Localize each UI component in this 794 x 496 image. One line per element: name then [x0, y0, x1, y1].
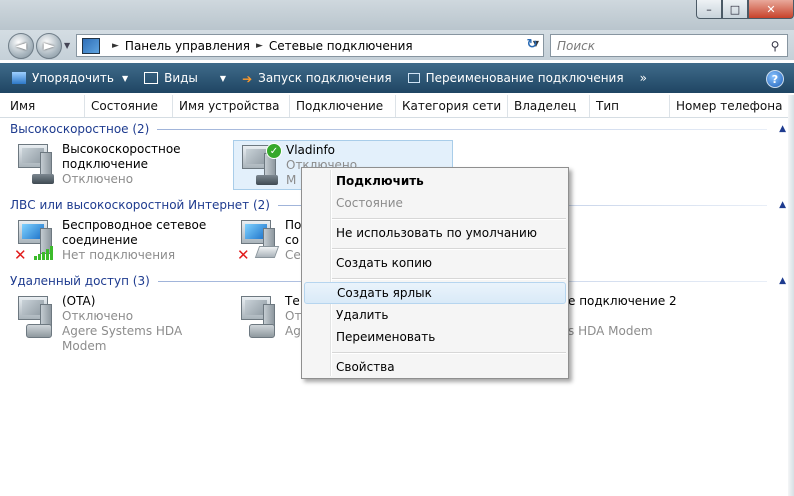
command-toolbar: Упорядочить ▼ Виды ▼ ➔ Запуск подключени… [0, 63, 794, 93]
connection-status: Отключено [62, 172, 134, 186]
column-header-owner[interactable]: Владелец [508, 95, 590, 117]
disconnected-x-icon: ✕ [14, 246, 27, 264]
column-header-device[interactable]: Имя устройства [173, 95, 290, 117]
start-connection-label: Запуск подключения [258, 71, 392, 85]
organize-button[interactable]: Упорядочить ▼ [0, 63, 136, 93]
column-header-status[interactable]: Состояние [85, 95, 173, 117]
connection-name: Vladinfo [286, 143, 336, 157]
window-controls: – □ ✕ [696, 0, 794, 20]
address-bar[interactable]: ► Панель управления ► Сетевые подключени… [76, 34, 544, 57]
phone-icon [249, 324, 275, 338]
menu-item-connect[interactable]: Подключить [304, 170, 566, 192]
dialup-connection-icon [14, 296, 58, 338]
column-header-category[interactable]: Категория сети [396, 95, 508, 117]
dialup-connection-icon [237, 296, 281, 338]
rename-connection-button[interactable]: Переименование подключения [400, 63, 632, 93]
context-menu: Подключить Состояние Не использовать по … [301, 167, 569, 379]
menu-separator [332, 248, 566, 250]
column-header-type[interactable]: Тип [590, 95, 670, 117]
collapse-icon[interactable]: ▲ [779, 200, 786, 210]
network-cable-icon [254, 246, 280, 258]
menu-separator [332, 218, 566, 220]
group-title: ЛВС или высокоскоростной Интернет (2) [10, 198, 270, 212]
more-commands-button[interactable]: » [632, 63, 655, 93]
menu-item-create-shortcut[interactable]: Создать ярлык [304, 282, 566, 304]
menu-item-not-default[interactable]: Не использовать по умолчанию [304, 222, 566, 244]
minimize-button[interactable]: – [696, 0, 722, 19]
connection-item-ota[interactable]: (OTA) Отключено Agere Systems HDA Modem [10, 292, 230, 353]
menu-item-status[interactable]: Состояние [304, 192, 566, 214]
group-title: Удаленный доступ (3) [10, 274, 150, 288]
group-title: Высокоскоростное (2) [10, 122, 150, 136]
menu-separator [332, 278, 566, 280]
collapse-icon[interactable]: ▲ [779, 124, 786, 134]
chevron-down-icon: ▼ [121, 73, 129, 83]
address-row: ◄ ► ▼ ► Панель управления ► Сетевые подк… [0, 30, 794, 60]
search-placeholder: Поиск [557, 38, 596, 53]
maximize-button[interactable]: □ [722, 0, 748, 19]
connection-status [568, 309, 736, 324]
close-button[interactable]: ✕ [748, 0, 794, 19]
help-icon[interactable]: ? [766, 70, 784, 88]
menu-item-rename[interactable]: Переименовать [304, 326, 566, 348]
organize-label: Упорядочить [32, 71, 114, 85]
search-input[interactable]: Поиск ⚲ [550, 34, 788, 57]
connection-item-wireless[interactable]: ✕ Беспроводное сетевое соединение Нет по… [10, 216, 230, 266]
connection-name: (OTA) [62, 294, 96, 308]
connection-name-line2: подключение [62, 157, 149, 171]
chevron-down-icon: ▼ [219, 73, 227, 83]
rename-connection-label: Переименование подключения [425, 71, 624, 85]
views-button[interactable]: Виды ▼ [136, 63, 234, 93]
column-header-connection[interactable]: Подключение [290, 95, 396, 117]
disconnected-x-icon: ✕ [237, 246, 250, 264]
window-border [788, 95, 794, 496]
collapse-icon[interactable]: ▲ [779, 276, 786, 286]
default-check-icon: ✓ [266, 143, 282, 159]
views-icon [144, 72, 159, 84]
refresh-button[interactable]: ↻ [520, 34, 544, 55]
chevron-right-icon[interactable]: ► [256, 41, 263, 51]
title-bar: – □ ✕ [0, 0, 794, 30]
menu-item-create-copy[interactable]: Создать копию [304, 252, 566, 274]
menu-item-delete[interactable]: Удалить [304, 304, 566, 326]
connection-status: Отключено [62, 309, 134, 323]
wireless-connection-icon: ✕ [14, 220, 58, 264]
back-button[interactable]: ◄ [8, 33, 34, 59]
group-header-highspeed[interactable]: Высокоскоростное (2) ▲ [10, 120, 786, 138]
connection-item-highspeed[interactable]: Высокоскоростное подключение Отключено [10, 140, 230, 190]
arrow-right-icon: ➔ [242, 72, 253, 86]
control-panel-icon [82, 37, 100, 54]
connection-status: Нет подключения [62, 248, 176, 262]
forward-button[interactable]: ► [36, 33, 62, 59]
connection-name-line1: Беспроводное сетевое [62, 218, 207, 232]
connection-name: е подключение 2 [568, 294, 677, 308]
recent-pages-dropdown[interactable]: ▼ [64, 41, 70, 50]
connection-device: s HDA Modem [568, 324, 653, 338]
column-headers: Имя Состояние Имя устройства Подключение… [0, 95, 794, 118]
column-header-name[interactable]: Имя [4, 95, 85, 117]
broadband-connection-icon: ✓ [238, 143, 282, 187]
lan-connection-icon: ✕ [237, 220, 281, 264]
phone-icon [26, 324, 52, 338]
breadcrumb-control-panel[interactable]: Панель управления [125, 39, 250, 53]
connection-name-line1: Высокоскоростное [62, 142, 181, 156]
signal-bars-icon [34, 246, 54, 260]
rename-icon [407, 73, 420, 83]
start-connection-button[interactable]: ➔ Запуск подключения [234, 63, 400, 93]
column-header-phone[interactable]: Номер телефона [670, 95, 784, 117]
breadcrumb-network-connections[interactable]: Сетевые подключения [269, 39, 413, 53]
group-divider [157, 128, 768, 130]
views-label: Виды [164, 71, 198, 85]
menu-item-properties[interactable]: Свойства [304, 356, 566, 378]
organize-icon [12, 72, 26, 84]
search-icon[interactable]: ⚲ [767, 39, 783, 53]
connection-name-line2: соединение [62, 233, 138, 247]
connection-device: Agere Systems HDA Modem [62, 324, 183, 353]
chevron-right-icon[interactable]: ► [112, 41, 119, 51]
menu-separator [332, 352, 566, 354]
broadband-connection-icon [14, 144, 58, 186]
